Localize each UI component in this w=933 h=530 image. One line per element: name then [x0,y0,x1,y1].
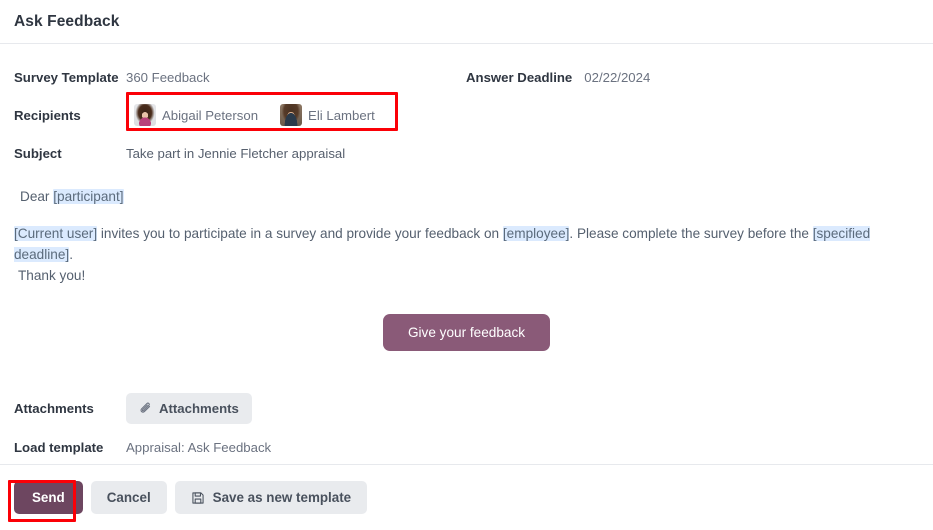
message-thanks: Thank you! [18,268,86,283]
message-paragraph: [Current user] invites you to participat… [14,223,919,265]
row-survey-template: Survey Template 360 Feedback Answer Dead… [0,62,933,92]
recipient-chip[interactable]: Eli Lambert [280,104,375,126]
answer-deadline-label: Answer Deadline [466,69,573,85]
answer-deadline-group: Answer Deadline 02/22/2024 [466,70,650,85]
avatar [280,104,303,126]
greeting-text: Dear [20,189,54,204]
give-feedback-button[interactable]: Give your feedback [382,314,551,351]
tag-participant: [participant] [53,189,124,204]
recipient-name: Eli Lambert [308,107,375,123]
row-load-template: Load template Appraisal: Ask Feedback [0,432,933,462]
message-text-2: . Please complete the survey before the [569,226,813,241]
page-title: Ask Feedback [14,12,120,30]
recipient-name: Abigail Peterson [162,107,259,123]
field-grid: Survey Template 360 Feedback Answer Dead… [0,44,933,168]
paperclip-icon [139,402,152,415]
subject-value[interactable]: Take part in Jennie Fletcher appraisal [126,146,345,161]
subject-label: Subject [14,145,62,161]
save-template-label: Save as new template [212,490,352,505]
recipients-list[interactable]: Abigail Peterson Eli Lambert [126,100,381,130]
cancel-button[interactable]: Cancel [90,481,167,514]
survey-template-group: Survey Template 360 Feedback [0,70,466,85]
survey-template-value[interactable]: 360 Feedback [126,70,210,85]
attachments-label: Attachments [14,401,94,416]
recipient-chip[interactable]: Abigail Peterson [134,104,258,126]
email-body[interactable]: Dear [participant] [Current user] invite… [0,176,933,351]
answer-deadline-value[interactable]: 02/22/2024 [584,70,650,85]
recipients-label: Recipients [14,107,81,123]
ask-feedback-dialog: Ask Feedback Survey Template 360 Feedbac… [0,0,933,530]
dialog-footer: Send Cancel Save as new template [0,464,933,530]
message-greeting: Dear [participant] [14,186,919,207]
row-subject: Subject Take part in Jennie Fletcher app… [0,138,933,168]
attachments-button-label: Attachments [159,401,239,416]
avatar [134,104,156,126]
message-text-3: . [69,247,73,262]
tag-current-user: [Current user] [14,226,98,241]
row-attachments: Attachments Attachments [0,393,933,424]
row-recipients: Recipients Abigail Peterson Eli Lambert [0,100,933,130]
attachments-button[interactable]: Attachments [126,393,252,424]
load-template-value[interactable]: Appraisal: Ask Feedback [126,440,271,455]
cta-container: Give your feedback [14,314,919,351]
message-text-1: invites you to participate in a survey a… [97,226,503,241]
lower-field-grid: Attachments Attachments Load template Ap… [0,375,933,462]
survey-template-label: Survey Template [14,69,119,85]
load-template-label: Load template [14,439,104,455]
send-button[interactable]: Send [14,481,83,514]
tag-employee: [employee] [502,226,570,241]
save-as-new-template-button[interactable]: Save as new template [174,481,368,514]
dialog-body: Survey Template 360 Feedback Answer Dead… [0,44,933,463]
dialog-header: Ask Feedback [0,0,933,44]
floppy-disk-icon [191,491,205,505]
